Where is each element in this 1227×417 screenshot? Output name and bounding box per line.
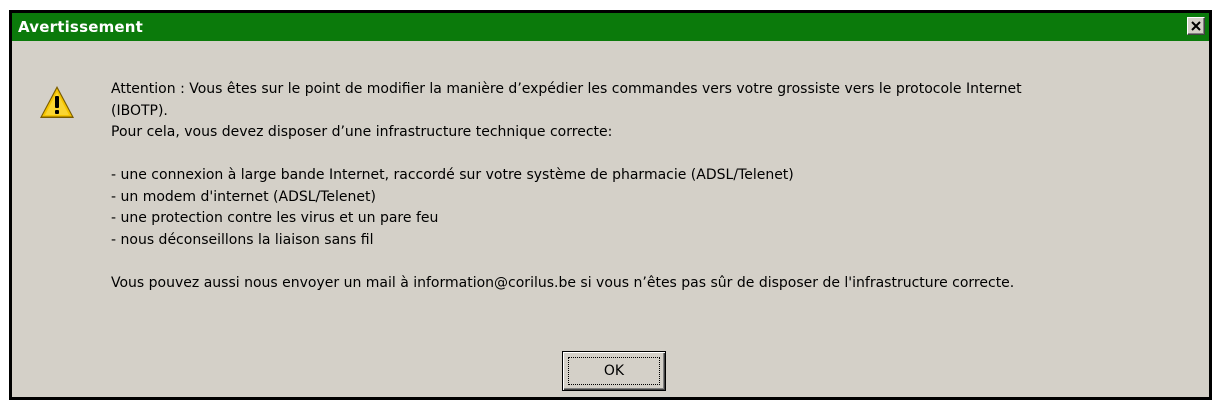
warning-dialog: Avertissement Attention : Vous êtes sur … [9, 10, 1212, 400]
warning-icon [40, 86, 74, 118]
message-footer: Vous pouvez aussi nous envoyer un mail à… [111, 274, 1015, 291]
requirement-item: - nous déconseillons la liaison sans fil [111, 231, 374, 248]
close-icon [1191, 21, 1201, 31]
message-line: Pour cela, vous devez disposer d’une inf… [111, 124, 613, 140]
message-line: (IBOTP). [111, 102, 168, 119]
requirement-item: - un modem d'internet (ADSL/Telenet) [111, 188, 376, 205]
requirement-item: - une connexion à large bande Internet, … [111, 167, 794, 183]
message-text: Attention : Vous êtes sur le point de mo… [111, 79, 1201, 294]
message-line: Attention : Vous êtes sur le point de mo… [111, 81, 1022, 97]
requirement-item: - une protection contre les virus et un … [111, 210, 439, 226]
ok-button-label: OK [603, 363, 625, 379]
close-button[interactable] [1187, 17, 1205, 35]
title-bar[interactable]: Avertissement [12, 13, 1209, 41]
dialog-title: Avertissement [18, 18, 144, 36]
ok-button[interactable]: OK [562, 351, 666, 391]
